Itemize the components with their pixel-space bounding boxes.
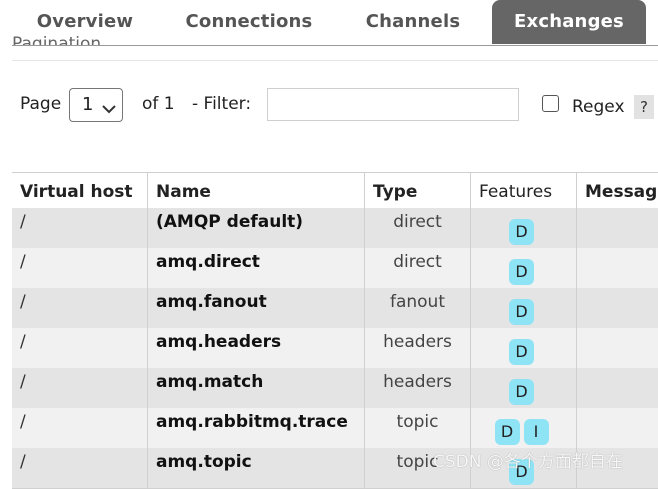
table-row: / amq.headers headers D <box>12 328 658 369</box>
column-divider <box>147 368 148 408</box>
column-divider <box>364 408 365 448</box>
column-divider <box>364 208 365 248</box>
table-row: / amq.rabbitmq.trace topic D I <box>12 408 658 449</box>
cell-features: D <box>471 368 576 408</box>
exchange-name-link[interactable]: amq.match <box>148 368 364 408</box>
cell-type: fanout <box>389 292 446 312</box>
cell-message-rate <box>577 208 658 248</box>
column-divider <box>576 208 577 248</box>
column-divider <box>364 328 365 368</box>
feature-badge: D <box>509 339 534 365</box>
cell-virtual-host: / <box>20 452 26 472</box>
cell-features: D <box>471 288 576 328</box>
feature-badge: I <box>523 419 549 445</box>
column-divider <box>470 208 471 248</box>
header-divider <box>470 173 471 209</box>
cell-message-rate <box>577 368 658 408</box>
cell-message-rate <box>577 328 658 368</box>
cell-virtual-host: / <box>20 212 26 232</box>
column-divider <box>364 248 365 288</box>
cell-features: D <box>471 248 576 288</box>
filter-input[interactable] <box>267 88 519 121</box>
regex-label: Regex <box>572 97 625 117</box>
cell-virtual-host: / <box>20 332 26 352</box>
section-divider <box>12 60 658 61</box>
column-type[interactable]: Type <box>365 173 471 209</box>
page-count: of 1 <box>142 94 175 114</box>
tab-channels[interactable]: Channels <box>343 0 483 44</box>
cell-message-rate <box>577 248 658 288</box>
feature-badge: D <box>509 299 534 325</box>
exchange-name-link[interactable]: amq.topic <box>148 448 364 488</box>
header-divider <box>364 173 365 209</box>
help-button[interactable]: ? <box>634 95 654 119</box>
cell-virtual-host: / <box>20 372 26 392</box>
exchange-name-link[interactable]: amq.rabbitmq.trace <box>148 408 364 448</box>
column-divider <box>576 408 577 448</box>
cell-message-rate <box>577 288 658 328</box>
exchange-name-link[interactable]: amq.headers <box>148 328 364 368</box>
page-select[interactable]: 1 <box>69 88 123 122</box>
column-divider <box>576 248 577 288</box>
header-divider <box>147 173 148 209</box>
watermark: CSDN @各个方面都自在 <box>433 452 623 472</box>
tab-divider <box>12 45 658 46</box>
feature-badge: D <box>509 219 534 245</box>
column-message-rate[interactable]: Messag <box>577 173 658 209</box>
column-divider <box>576 288 577 328</box>
cell-features: D <box>471 328 576 368</box>
cell-virtual-host: / <box>20 412 26 432</box>
column-divider <box>147 248 148 288</box>
column-divider <box>147 208 148 248</box>
column-divider <box>364 448 365 488</box>
column-name[interactable]: Name <box>148 173 365 209</box>
regex-checkbox[interactable] <box>542 95 559 112</box>
column-features: Features <box>479 182 553 202</box>
column-divider <box>470 288 471 328</box>
cell-features: D <box>471 208 576 248</box>
column-divider <box>576 368 577 408</box>
filter-label: - Filter: <box>192 94 252 114</box>
column-divider <box>364 288 365 328</box>
header-divider <box>576 173 577 209</box>
cell-type: direct <box>393 212 442 232</box>
cell-type: direct <box>393 252 442 272</box>
column-divider <box>147 408 148 448</box>
table-row: / amq.direct direct D <box>12 248 658 289</box>
cell-type: headers <box>383 372 452 392</box>
column-divider <box>470 368 471 408</box>
exchange-name-link[interactable]: amq.fanout <box>148 288 364 328</box>
cell-type: topic <box>396 412 439 432</box>
column-divider <box>147 288 148 328</box>
exchange-name-link[interactable]: (AMQP default) <box>148 208 364 248</box>
column-divider <box>576 328 577 368</box>
column-divider <box>470 328 471 368</box>
page-label: Page <box>20 94 62 114</box>
cell-virtual-host: / <box>20 292 26 312</box>
feature-badge: D <box>494 419 520 445</box>
exchange-name-link[interactable]: amq.direct <box>148 248 364 288</box>
cell-virtual-host: / <box>20 252 26 272</box>
feature-badge: D <box>509 259 534 285</box>
column-divider <box>470 408 471 448</box>
column-divider <box>470 248 471 288</box>
cell-message-rate <box>577 408 658 448</box>
chevron-down-icon <box>102 99 116 118</box>
column-divider <box>147 328 148 368</box>
table-row: / amq.fanout fanout D <box>12 288 658 329</box>
page-select-value: 1 <box>82 94 94 115</box>
feature-badge: D <box>509 379 534 405</box>
table-header: Virtual host Name Type Features Messag <box>12 172 658 210</box>
column-divider <box>364 368 365 408</box>
table-row: / (AMQP default) direct D <box>12 208 658 249</box>
tab-exchanges[interactable]: Exchanges <box>492 0 646 44</box>
tab-connections[interactable]: Connections <box>166 0 332 44</box>
cell-type: headers <box>383 332 452 352</box>
column-virtual-host[interactable]: Virtual host <box>12 173 147 209</box>
cell-features: DI <box>471 408 576 448</box>
table-row: / amq.match headers D <box>12 368 658 409</box>
column-divider <box>147 448 148 488</box>
